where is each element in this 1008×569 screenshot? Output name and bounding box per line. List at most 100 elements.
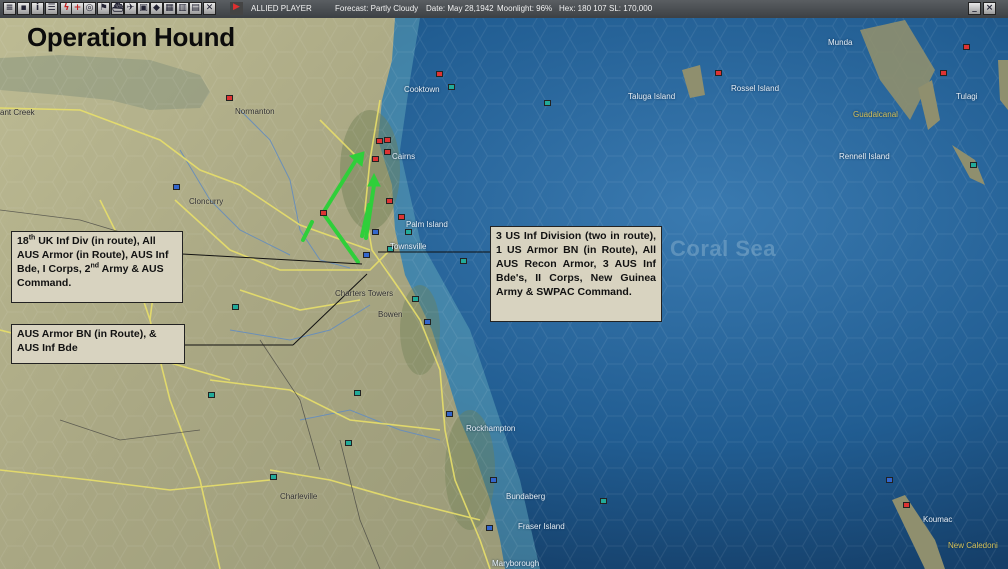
callout-southwest: AUS Armor BN (in Route), & AUS Inf Bde (11, 324, 185, 364)
player-label: ALLIED PLAYER (251, 4, 312, 13)
minimize-icon[interactable]: _ (968, 2, 981, 15)
unit-marker[interactable] (345, 440, 352, 446)
sea-label: Coral Sea (670, 236, 776, 261)
map-view[interactable]: Operation Hound Coral Sea Munda Tulagi C… (0, 18, 1008, 569)
place-new-caledonia: New Caledoni (948, 541, 998, 550)
flag-icon[interactable]: ⚑ (97, 2, 110, 15)
unit-marker[interactable] (424, 319, 431, 325)
unit-marker[interactable] (940, 70, 947, 76)
place-townsville: Townsville (390, 242, 427, 251)
top-toolbar: ≡ ▪ i ☰ ϟ + ◎ ⚑ ⛴ ✈ ▣ ◆ ▦ ▥ ▤ ✕ ▶ ALLIED PLAYER Forecast… (0, 0, 1008, 19)
ship-icon[interactable]: ⛴ (111, 2, 124, 15)
place-charleville: Charleville (280, 492, 318, 501)
place-fraser-island: Fraser Island (518, 522, 565, 531)
place-cloncurry: Cloncurry (189, 197, 224, 206)
place-rennell: Rennell Island (839, 152, 890, 161)
place-cairns: Cairns (392, 152, 416, 161)
unit-marker[interactable] (886, 477, 893, 483)
moonlight-label: Moonlight: 96% (497, 4, 553, 13)
place-normanton: Normanton (235, 107, 275, 116)
unit-marker[interactable] (963, 44, 970, 50)
unit-marker[interactable] (436, 71, 443, 77)
unit-marker[interactable] (320, 210, 327, 216)
place-guadalcanal: Guadalcanal (853, 110, 898, 119)
unit-marker[interactable] (600, 498, 607, 504)
chart-icon[interactable]: ▥ (176, 2, 189, 15)
table-icon-glyph: ▦ (165, 3, 174, 13)
unit-marker[interactable] (398, 214, 405, 220)
chart-icon-glyph: ▥ (178, 3, 187, 13)
unit-marker[interactable] (970, 162, 977, 168)
list-icon-glyph: ☰ (47, 3, 56, 13)
unit-marker[interactable] (372, 156, 379, 162)
unit-marker[interactable] (363, 252, 370, 258)
callout-northwest: 18th UK Inf Div (in route), All AUS Armo… (11, 231, 183, 303)
date-label: Date: May 28,1942 (426, 4, 494, 13)
place-koumac: Koumac (923, 515, 953, 524)
close-window-icon[interactable]: × (983, 2, 996, 15)
callout-nw-number: 18 (17, 235, 29, 247)
unit-marker[interactable] (173, 184, 180, 190)
unit-marker[interactable] (486, 525, 493, 531)
unit-marker[interactable] (448, 84, 455, 90)
menu-icon[interactable]: ≡ (3, 2, 16, 15)
table-icon[interactable]: ▦ (163, 2, 176, 15)
unit-marker[interactable] (460, 258, 467, 264)
unit-marker[interactable] (490, 477, 497, 483)
place-munda: Munda (828, 38, 853, 47)
place-rockhampton: Rockhampton (466, 424, 516, 433)
place-bowen: Bowen (378, 310, 403, 319)
place-tulagi: Tulagi (956, 92, 978, 101)
end-turn-icon[interactable]: ▶ (230, 2, 243, 15)
unit-marker[interactable] (715, 70, 722, 76)
unit-marker[interactable] (384, 149, 391, 155)
menu-icon-glyph: ≡ (5, 3, 14, 13)
unit-marker[interactable] (208, 392, 215, 398)
save-icon[interactable]: ▪ (17, 2, 30, 15)
place-charters-towers: Charters Towers (335, 289, 394, 298)
info-icon-glyph: i (35, 3, 40, 13)
close-icon-glyph: ✕ (205, 3, 214, 13)
operation-title: Operation Hound (27, 22, 235, 52)
unit-marker[interactable] (270, 474, 277, 480)
place-cooktown: Cooktown (404, 85, 440, 94)
document-icon[interactable]: ▤ (189, 2, 202, 15)
unit-marker[interactable] (232, 304, 239, 310)
target-icon-glyph: ◎ (85, 3, 94, 13)
unit-marker[interactable] (372, 229, 379, 235)
place-taluga: Taluga Island (628, 92, 676, 101)
unit-marker[interactable] (354, 390, 361, 396)
unit-marker[interactable] (226, 95, 233, 101)
place-maryborough: Maryborough (492, 559, 540, 568)
sl-label: SL: 170,000 (609, 4, 653, 13)
hex-label: Hex: 180 107 (559, 4, 607, 13)
unit-icon[interactable]: ◆ (150, 2, 163, 15)
cross-icon-glyph: + (73, 3, 82, 13)
unit-marker[interactable] (386, 198, 393, 204)
unit-marker[interactable] (384, 137, 391, 143)
place-ant-creek: ant Creek (0, 108, 35, 117)
plane-icon[interactable]: ✈ (124, 2, 137, 15)
base-icon[interactable]: ▣ (137, 2, 150, 15)
save-icon-glyph: ▪ (20, 3, 27, 13)
place-rossel: Rossel Island (731, 84, 780, 93)
document-icon-glyph: ▤ (191, 3, 200, 13)
unit-marker[interactable] (376, 138, 383, 144)
close-icon[interactable]: ✕ (203, 2, 216, 15)
unit-marker[interactable] (544, 100, 551, 106)
callout-nw-sup2: nd (90, 262, 100, 270)
info-icon[interactable]: i (31, 2, 44, 15)
forecast-label: Forecast: Partly Cloudy (335, 4, 419, 13)
ship-icon-glyph: ⛴ (112, 3, 124, 13)
target-icon[interactable]: ◎ (83, 2, 96, 15)
unit-icon-glyph: ◆ (153, 3, 160, 13)
unit-marker[interactable] (412, 296, 419, 302)
place-bundaberg: Bundaberg (506, 492, 546, 501)
place-palm-island: Palm Island (406, 220, 448, 229)
end-turn-icon-glyph: ▶ (233, 2, 240, 12)
unit-marker[interactable] (446, 411, 453, 417)
base-icon-glyph: ▣ (139, 3, 148, 13)
unit-marker[interactable] (903, 502, 910, 508)
callout-east: 3 US Inf Division (two in route), 1 US A… (490, 226, 662, 322)
list-icon[interactable]: ☰ (45, 2, 58, 15)
